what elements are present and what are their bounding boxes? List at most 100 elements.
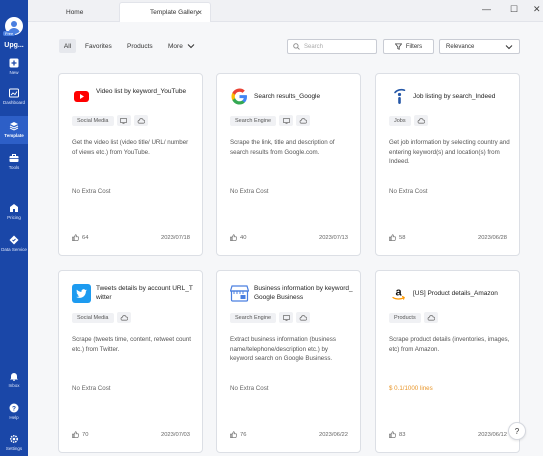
likes-count: 83 (399, 431, 406, 438)
likes-count: 64 (82, 234, 89, 241)
card-description: Extract business information (business n… (230, 336, 336, 362)
sidebar-item-new[interactable]: New (0, 58, 28, 75)
desktop-icon (279, 312, 294, 323)
card-likes: 58 (389, 234, 405, 241)
tab-bar: Home Template Gallery × — ☐ ✕ (28, 0, 543, 22)
card-date: 2023/07/03 (160, 432, 190, 438)
card-date: 2023/06/28 (477, 235, 507, 241)
sidebar-item-label: Dashboard (2, 100, 25, 105)
cloud-icon (413, 115, 428, 126)
template-card-amazon[interactable]: a [US] Product details_Amazon Products S… (375, 270, 520, 453)
tab-home[interactable]: Home (38, 2, 118, 22)
card-likes: 76 (230, 431, 246, 438)
sidebar-item-inbox[interactable]: Inbox (0, 371, 28, 388)
likes-count: 58 (399, 234, 406, 241)
filter-all[interactable]: All (59, 39, 76, 53)
card-date: 2023/06/12 (477, 432, 507, 438)
data-service-icon (9, 235, 19, 245)
sidebar-item-dashboard[interactable]: Dashboard (0, 88, 28, 105)
card-title: Job listing by search_Indeed (413, 93, 496, 100)
search-icon (293, 43, 300, 50)
card-title: Search results_Google (254, 93, 321, 100)
card-title: Video list by keyword_YouTube (96, 88, 187, 95)
card-cost: No Extra Cost (230, 188, 269, 195)
likes-count: 70 (82, 431, 89, 438)
filter-icon (394, 43, 402, 50)
search-placeholder: Search (304, 43, 324, 50)
sidebar-item-settings[interactable]: Settings (0, 434, 28, 451)
category-tag: Social Media (72, 115, 114, 126)
google-logo-icon (230, 87, 249, 106)
upgrade-button[interactable]: Upg... (1, 42, 27, 49)
tab-label: Template Gallery (150, 9, 199, 16)
card-price: $ 0.1/1000 lines (389, 385, 433, 392)
maximize-icon[interactable]: ☐ (510, 4, 518, 15)
sidebar-item-label: Settings (5, 446, 23, 451)
sidebar-item-label: New (9, 70, 19, 75)
thumbs-up-icon (230, 431, 237, 438)
sidebar-item-label: Pricing (7, 215, 21, 220)
category-tag: Jobs (389, 115, 411, 126)
google-business-logo-icon (230, 284, 249, 303)
card-likes: 70 (72, 431, 88, 438)
card-cost: No Extra Cost (72, 188, 111, 195)
window-close-icon[interactable]: ✕ (533, 4, 541, 15)
card-description: Get the video list (video title/ URL/ nu… (72, 139, 189, 156)
sidebar-item-label: Data Service (1, 247, 27, 252)
sidebar-item-tools[interactable]: Tools (0, 153, 28, 170)
thumbs-up-icon (72, 234, 79, 241)
template-card-youtube[interactable]: Video list by keyword_YouTube Social Med… (58, 73, 203, 256)
likes-count: 40 (240, 234, 247, 241)
card-description: Scrape (tweets time, content, retweet co… (72, 336, 191, 353)
card-title: [US] Product details_Amazon (413, 290, 498, 297)
filters-button[interactable]: Filters (383, 39, 434, 54)
template-card-indeed[interactable]: Job listing by search_Indeed Jobs Get jo… (375, 73, 520, 256)
toolbox-icon (9, 154, 19, 162)
cloud-icon (423, 312, 438, 323)
card-likes: 83 (389, 431, 405, 438)
card-cost: No Extra Cost (230, 385, 269, 392)
cloud-icon (296, 115, 311, 126)
sidebar-item-pricing[interactable]: Pricing (0, 203, 28, 220)
sidebar: Free Upg... New Dashboard Template Tools… (0, 0, 28, 456)
desktop-icon (279, 115, 294, 126)
sort-select[interactable]: Relevance (439, 39, 520, 54)
thumbs-up-icon (389, 431, 396, 438)
card-description: Scrape product details (inventories, ima… (389, 336, 510, 353)
card-likes: 40 (230, 234, 246, 241)
pricing-icon (10, 204, 18, 212)
card-date: 2023/06/22 (318, 432, 348, 438)
minimize-icon[interactable]: — (482, 4, 491, 14)
youtube-logo-icon (72, 87, 91, 106)
filter-favorites[interactable]: Favorites (85, 39, 112, 53)
template-card-google[interactable]: Search results_Google Search Engine Scra… (216, 73, 361, 256)
cloud-icon (116, 312, 131, 323)
chevron-down-icon (505, 44, 513, 49)
sidebar-item-template[interactable]: Template (0, 116, 28, 144)
sidebar-item-help[interactable]: ? Help (0, 403, 28, 420)
sidebar-item-data-service[interactable]: Data Service (0, 235, 28, 252)
search-input[interactable]: Search (287, 39, 377, 54)
sidebar-item-label: Inbox (8, 383, 20, 388)
tab-template-gallery[interactable]: Template Gallery × (119, 2, 211, 22)
twitter-logo-icon (72, 284, 91, 303)
help-icon: ? (9, 403, 19, 413)
thumbs-up-icon (389, 234, 396, 241)
filter-more[interactable]: More (168, 39, 195, 53)
card-cost: No Extra Cost (389, 188, 428, 195)
card-description: Get job information by selecting country… (389, 139, 510, 165)
template-card-twitter[interactable]: Tweets details by account URL_Twitter So… (58, 270, 203, 453)
thumbs-up-icon (72, 431, 79, 438)
dashboard-icon (9, 88, 19, 98)
close-tab-icon[interactable]: × (197, 8, 202, 17)
sidebar-item-label: Template (4, 133, 24, 138)
template-card-google-business[interactable]: Business information by keyword_Google B… (216, 270, 361, 453)
card-date: 2023/07/13 (318, 235, 348, 241)
card-likes: 64 (72, 234, 88, 241)
template-gallery-main: All Favorites Products More Search Filte… (28, 22, 543, 456)
plan-badge: Free (3, 31, 16, 36)
sort-selected-value: Relevance (446, 43, 475, 50)
filter-products[interactable]: Products (127, 39, 153, 53)
plus-icon (9, 58, 19, 68)
help-float-button[interactable]: ? (508, 422, 526, 440)
